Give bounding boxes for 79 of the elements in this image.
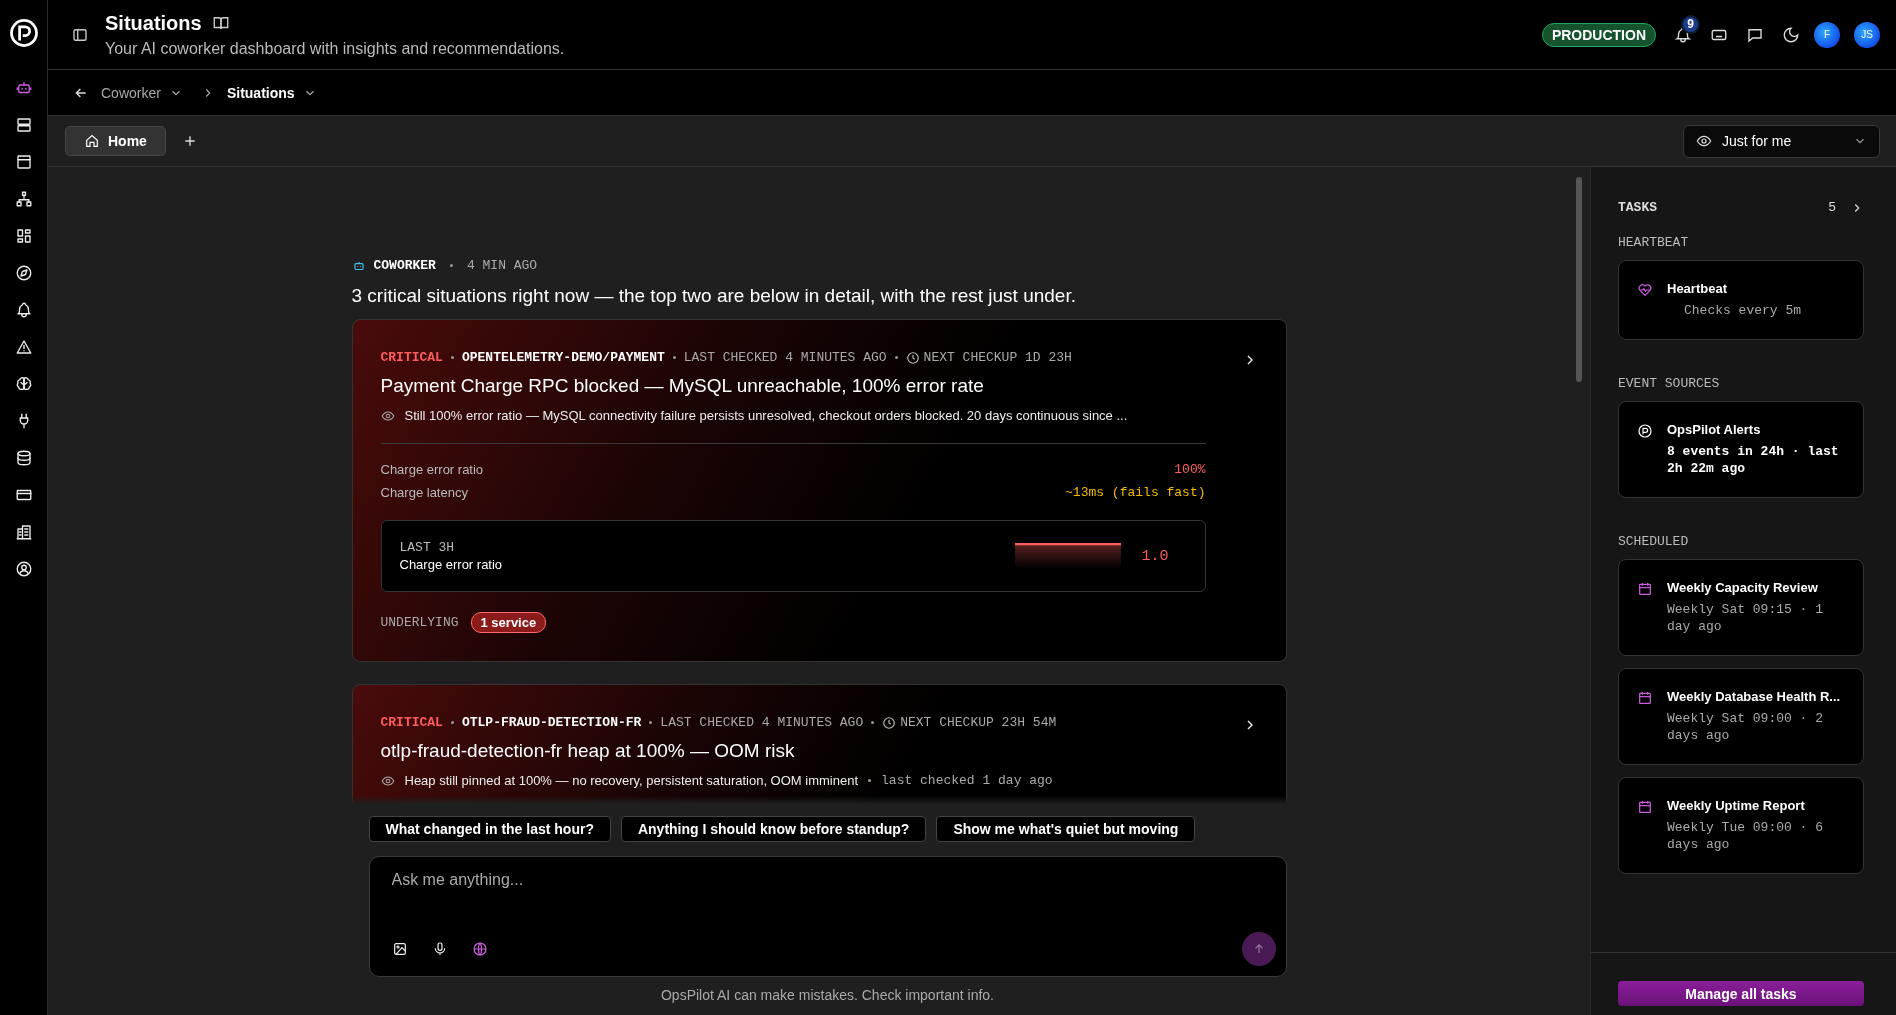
situation-summary: Still 100% error ratio — MySQL connectivity failure persists unresolved, checkout orders blocked. 20 days continuous since ... xyxy=(404,408,1128,423)
task-card[interactable]: Weekly Uptime Report Weekly Tue 09:00 · 6 days ago xyxy=(1618,777,1864,874)
source-label: COWORKER xyxy=(373,258,436,273)
image-icon[interactable] xyxy=(391,941,408,957)
task-title: Heartbeat xyxy=(1667,281,1728,296)
timestamp: 4 MIN AGO xyxy=(466,258,538,273)
situation-title: otlp-fraud-detection-fr heap at 100% — OOM risk xyxy=(380,740,796,762)
scrollbar-thumb[interactable] xyxy=(1576,177,1582,382)
trend-value: 1.0 xyxy=(1141,547,1169,565)
task-count: 5 xyxy=(1828,200,1836,215)
task-detail: Weekly Tue 09:00 · 6 days ago xyxy=(1667,819,1825,853)
task-detail: Checks every 5m xyxy=(1683,302,1803,319)
chat-input[interactable]: Ask me anything... xyxy=(391,871,1264,889)
globe-icon[interactable] xyxy=(471,941,488,957)
section-heading: SCHEDULED xyxy=(1618,534,1690,549)
manage-tasks-button[interactable]: Manage all tasks xyxy=(1618,981,1864,1006)
last-checked: LAST CHECKED 4 MINUTES AGO xyxy=(683,350,887,365)
book-icon[interactable] xyxy=(211,14,230,32)
metric-value: ~13ms (fails fast) xyxy=(1065,484,1206,502)
clock-icon xyxy=(882,715,897,730)
task-title: Weekly Database Health R... xyxy=(1667,689,1842,704)
summary-note: last checked 1 day ago xyxy=(881,773,1053,788)
next-checkup: NEXT CHECKUP 23H 54M xyxy=(900,715,1057,730)
task-card[interactable]: OpsPilot Alerts 8 events in 24h · last 2h 22m ago xyxy=(1618,401,1864,498)
breadcrumb-dropdown[interactable]: Situations xyxy=(226,84,317,101)
service-count-badge[interactable]: 1 service xyxy=(470,612,547,633)
headline: 3 critical situations right now — the top two are below in detail, with the rest just under. xyxy=(351,285,1077,307)
last-checked: LAST CHECKED 4 MINUTES AGO xyxy=(660,715,864,730)
situation-summary: Heap still pinned at 100% — no recovery, persistent saturation, OOM imminent xyxy=(404,773,859,788)
heart-pulse-icon xyxy=(1637,282,1653,298)
task-card[interactable]: Weekly Database Health R... Weekly Sat 09:00 · 2 days ago xyxy=(1618,668,1864,765)
suggestion-chip[interactable]: Anything I should know before standup? xyxy=(620,816,927,842)
task-title: Weekly Capacity Review xyxy=(1667,580,1819,595)
eye-icon[interactable] xyxy=(1696,133,1712,149)
task-title: Weekly Uptime Report xyxy=(1667,798,1806,813)
task-title: OpsPilot Alerts xyxy=(1667,422,1762,437)
task-detail: Weekly Sat 09:00 · 2 days ago xyxy=(1667,710,1825,744)
page-title: Situations xyxy=(105,11,202,35)
task-card[interactable]: Weekly Capacity Review Weekly Sat 09:15 · 1 day ago xyxy=(1618,559,1864,656)
view-dropdown[interactable]: Just for me xyxy=(1683,124,1880,158)
metric-value: 100% xyxy=(1174,461,1206,479)
task-card[interactable]: Heartbeat Checks every 5m xyxy=(1618,260,1864,340)
calendar-icon xyxy=(1637,799,1653,815)
eye-icon xyxy=(380,773,395,788)
environment-badge: PRODUCTION xyxy=(1541,22,1656,47)
suggestion-chip[interactable]: What changed in the last hour? xyxy=(368,816,611,842)
page-subtitle: Your AI coworker dashboard with insights and recommendations. xyxy=(105,39,566,58)
section-heading: HEARTBEAT xyxy=(1618,235,1690,250)
logo-icon[interactable] xyxy=(8,18,39,48)
situation-card[interactable] xyxy=(351,684,1287,804)
notification-count: 9 xyxy=(1681,14,1700,34)
tab[interactable]: Home xyxy=(65,126,166,156)
section-heading: EVENT SOURCES xyxy=(1618,376,1721,391)
send-button[interactable] xyxy=(1241,932,1276,966)
calendar-icon xyxy=(1637,690,1653,706)
trend-window: LAST 3H xyxy=(399,540,1016,555)
next-checkup: NEXT CHECKUP 1D 23H xyxy=(923,350,1072,365)
task-detail: 8 events in 24h · last 2h 22m ago xyxy=(1667,443,1840,477)
situation-card[interactable] xyxy=(351,319,1287,662)
breadcrumb-dropdown[interactable]: Coworker xyxy=(101,84,183,101)
trend-label: Charge error ratio xyxy=(399,557,504,572)
moon-icon[interactable] xyxy=(1782,25,1800,44)
service-name: OPENTELEMETRY-DEMO/PAYMENT xyxy=(461,350,665,365)
suggestion-chip[interactable]: Show me what's quiet but moving xyxy=(936,816,1196,842)
logo-icon xyxy=(1637,423,1653,439)
severity-label: CRITICAL xyxy=(380,715,443,730)
disclaimer: OpsPilot AI can make mistakes. Check important info. xyxy=(660,987,995,1003)
clock-icon xyxy=(905,350,920,365)
task-detail: Weekly Sat 09:15 · 1 day ago xyxy=(1667,601,1825,635)
home-icon[interactable] xyxy=(84,133,100,149)
metric-label: Charge error ratio xyxy=(380,461,484,479)
situation-title: Payment Charge RPC blocked — MySQL unreachable, 100% error rate xyxy=(380,375,985,397)
calendar-icon xyxy=(1637,581,1653,597)
underlying-label: UNDERLYING xyxy=(380,615,459,630)
eye-icon xyxy=(380,408,395,423)
service-name: OTLP-FRAUD-DETECTION-FR xyxy=(461,715,642,730)
metric-label: Charge latency xyxy=(380,484,468,502)
tasks-heading: TASKS xyxy=(1618,200,1658,215)
severity-label: CRITICAL xyxy=(380,350,443,365)
